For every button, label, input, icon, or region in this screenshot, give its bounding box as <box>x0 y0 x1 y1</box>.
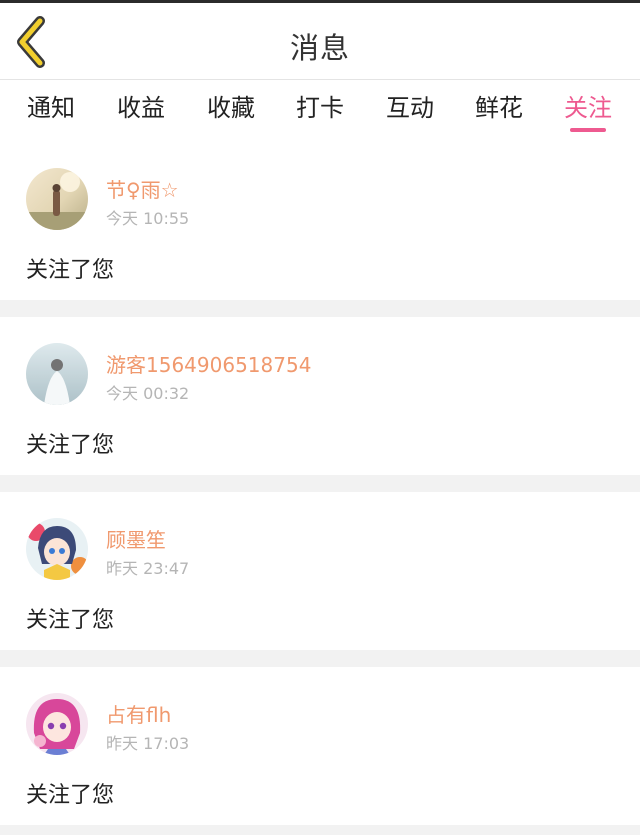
tab-flowers[interactable]: 鲜花 <box>467 92 531 124</box>
avatar[interactable] <box>26 343 88 405</box>
list-item[interactable]: 游客1564906518754 今天 00:32 关注了您 <box>0 317 640 475</box>
active-tab-indicator <box>570 128 606 132</box>
message-text: 关注了您 <box>26 783 115 808</box>
tab-earnings[interactable]: 收益 <box>109 92 173 124</box>
timestamp: 今天 10:55 <box>106 209 190 228</box>
tab-favorites[interactable]: 收藏 <box>199 92 263 124</box>
list-item[interactable]: 占有flh 昨天 17:03 关注了您 <box>0 667 640 825</box>
back-button[interactable] <box>10 15 60 69</box>
message-text: 关注了您 <box>26 258 115 283</box>
avatar[interactable] <box>26 168 88 230</box>
timestamp: 昨天 17:03 <box>106 734 190 753</box>
chevron-left-icon <box>17 16 45 68</box>
list-item[interactable]: 顾墨笙 昨天 23:47 关注了您 <box>0 492 640 650</box>
timestamp: 今天 00:32 <box>106 384 190 403</box>
app-header: 消息 <box>0 3 640 80</box>
avatar[interactable] <box>26 518 88 580</box>
tab-interactions[interactable]: 互动 <box>378 92 442 124</box>
avatar[interactable] <box>26 693 88 755</box>
username-link[interactable]: 顾墨笙 <box>106 524 166 553</box>
list-item[interactable]: 节♀雨☆ 今天 10:55 关注了您 <box>0 142 640 300</box>
username-link[interactable]: 占有flh <box>106 699 171 728</box>
username-link[interactable]: 游客1564906518754 <box>106 349 311 378</box>
tab-bar: 通知 收益 收藏 打卡 互动 鲜花 关注 <box>0 80 640 142</box>
username-link[interactable]: 节♀雨☆ <box>106 174 179 203</box>
message-text: 关注了您 <box>26 433 115 458</box>
tab-notifications[interactable]: 通知 <box>19 92 83 124</box>
tab-checkin[interactable]: 打卡 <box>288 92 352 124</box>
message-text: 关注了您 <box>26 608 115 633</box>
tab-follows[interactable]: 关注 <box>556 92 620 124</box>
timestamp: 昨天 23:47 <box>106 559 190 578</box>
page-title: 消息 <box>289 31 350 65</box>
